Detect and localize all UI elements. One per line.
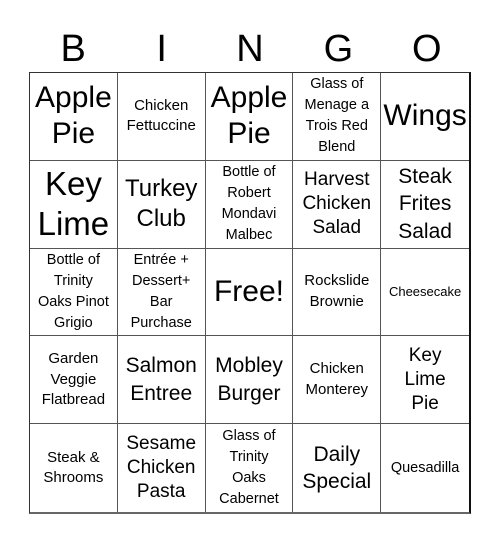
bingo-cell[interactable]: Glass of Menage a Trois Red Blend [293,73,382,161]
bingo-cell[interactable]: Chicken Monterey [293,336,382,425]
header-letter-i: I [156,28,167,70]
cell-text: Turkey Club [124,175,198,233]
bingo-cell[interactable]: Key Lime Pie [381,336,469,425]
bingo-cell[interactable]: Quesadilla [381,424,469,512]
bingo-cell[interactable]: Chicken Fettuccine [117,73,206,161]
bingo-cell[interactable]: Steak Frites Salad [381,161,469,249]
free-space[interactable]: Free! [205,248,294,337]
bingo-cell[interactable]: Harvest Chicken Salad [293,160,382,249]
bingo-header: B I N G O [29,27,471,71]
cell-text: Apple Pie [210,81,288,151]
cell-text: Key Lime [37,165,110,243]
header-letter-g: G [323,28,354,70]
cell-text: Harvest Chicken Salad [302,169,372,239]
header-letter-o: O [412,28,442,70]
cell-text: Rockslide Brownie [304,272,370,310]
cell-text: Quesadilla [390,459,460,476]
cell-text: Entrée + Dessert+ Bar Purchase [130,251,192,331]
bingo-cell[interactable]: Cheesecake [381,249,469,337]
bingo-grid: Apple Pie Chicken Fettuccine Apple Pie G… [29,72,471,514]
bingo-cell[interactable]: Mobley Burger [205,336,294,425]
bingo-cell[interactable]: Sesame Chicken Pasta [118,424,206,512]
cell-text: Bottle of Trinity Oaks Pinot Grigio [37,251,109,331]
cell-text: Mobley Burger [215,354,283,405]
cell-text: Apple Pie [35,81,112,151]
cell-text: Bottle of Robert Mondavi Malbec [221,164,277,244]
cell-text: Daily Special [302,442,372,494]
cell-text: Glass of Trinity Oaks Cabernet [219,428,279,508]
cell-text: Cheesecake [388,283,462,299]
bingo-cell[interactable]: Turkey Club [117,160,206,249]
bingo-cell[interactable]: Daily Special [293,424,382,512]
bingo-cell[interactable]: Garden Veggie Flatbread [30,336,118,425]
cell-text: Garden Veggie Flatbread [41,350,106,409]
cell-text: Glass of Menage a Trois Red Blend [304,76,370,156]
cell-text: Salmon Entree [125,354,197,405]
header-letter-n: N [236,28,264,70]
cell-text: Steak Frites Salad [398,164,452,243]
bingo-cell[interactable]: Bottle of Trinity Oaks Pinot Grigio [30,248,118,337]
cell-text: Key Lime Pie [404,344,446,414]
cell-text: Chicken Fettuccine [126,96,196,135]
bingo-cell[interactable]: Salmon Entree [117,336,206,425]
cell-text: Steak & Shrooms [43,448,104,487]
bingo-cell[interactable]: Steak & Shrooms [30,424,118,512]
bingo-cell[interactable]: Apple Pie [30,73,118,161]
cell-text: Sesame Chicken Pasta [126,433,197,503]
bingo-cell[interactable]: Key Lime [30,160,118,249]
bingo-cell[interactable]: Glass of Trinity Oaks Cabernet [206,424,294,512]
bingo-cell[interactable]: Rockslide Brownie [293,248,382,337]
cell-text: Wings [383,99,467,133]
bingo-cell[interactable]: Entrée + Dessert+ Bar Purchase [117,248,206,337]
bingo-cell[interactable]: Bottle of Robert Mondavi Malbec [205,160,294,249]
cell-text: Free! [213,274,284,308]
bingo-cell[interactable]: Wings [381,73,469,161]
header-letter-b: B [60,28,86,70]
bingo-cell[interactable]: Apple Pie [205,73,294,161]
cell-text: Chicken Monterey [305,360,369,398]
